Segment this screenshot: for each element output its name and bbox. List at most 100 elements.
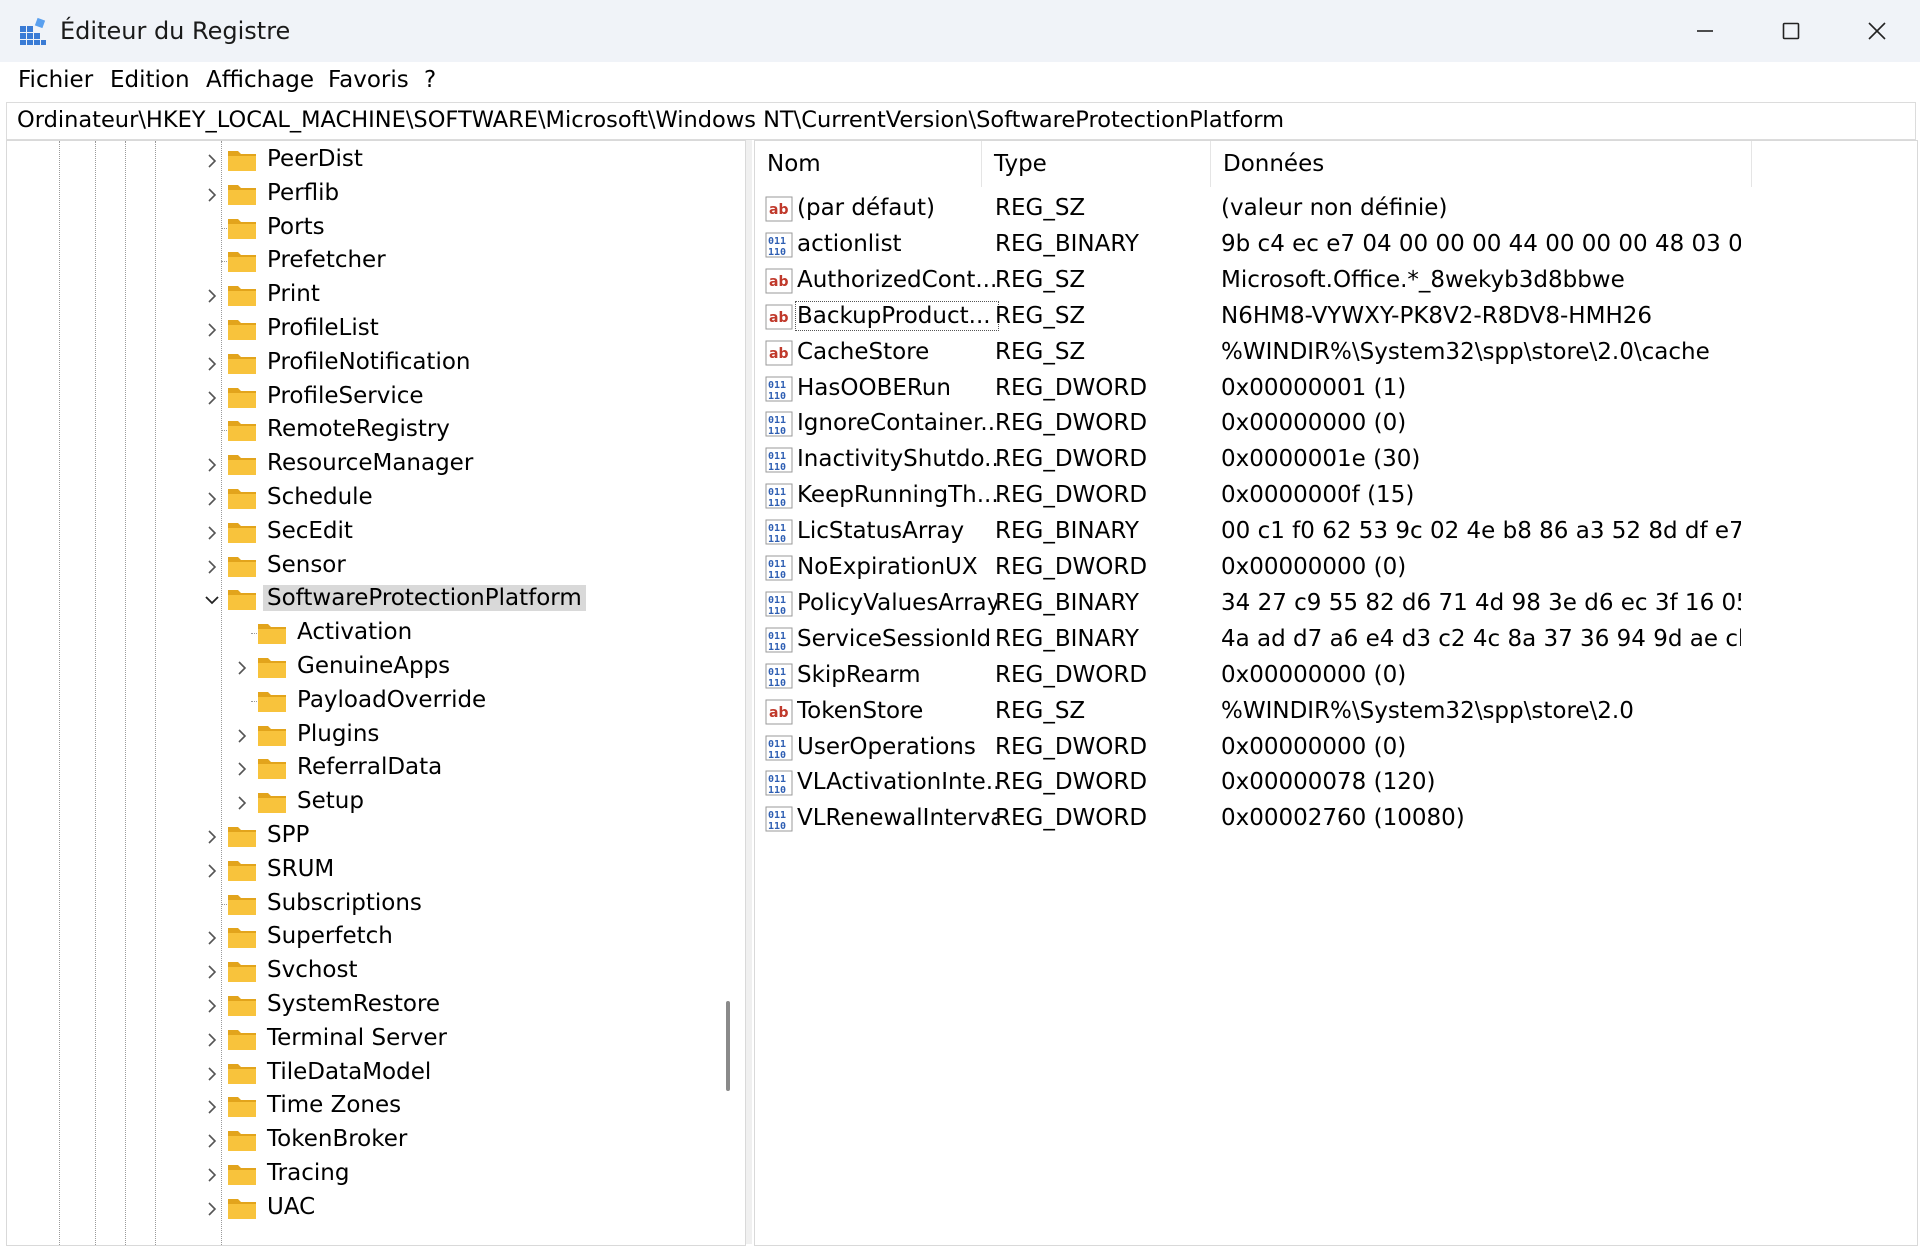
menu-fichier[interactable]: Fichier [18,67,93,93]
tree-item-label[interactable]: Superfetch [263,923,397,949]
tree-item[interactable]: ReferralData [7,751,707,785]
tree-item-label[interactable]: Plugins [293,721,383,747]
value-row[interactable]: 011 110 VLRenewalInterval REG_DWORD 0x000027… [755,802,1915,836]
tree-item-label[interactable]: Schedule [263,484,377,510]
tree-item[interactable]: Ports [7,211,707,245]
chevron-right-icon[interactable] [203,387,221,405]
tree-item-label[interactable]: PayloadOverride [293,687,490,713]
tree-item-label[interactable]: Activation [293,619,416,645]
tree-scrollbar-thumb[interactable] [726,1001,730,1091]
tree-item[interactable]: ProfileNotification [7,346,707,380]
tree-item-label[interactable]: SPP [263,822,313,848]
value-row[interactable]: 011 110 HasOOBERun REG_DWORD 0x00000001 (1) [755,372,1915,406]
menu-affichage[interactable]: Affichage [206,67,314,93]
tree-item[interactable]: Activation [7,616,707,650]
tree-item-label[interactable]: Perflib [263,180,343,206]
value-row[interactable]: 011 110 NoExpirationUX REG_DWORD 0x00000000 … [755,551,1915,585]
chevron-right-icon[interactable] [203,995,221,1013]
chevron-right-icon[interactable] [203,353,221,371]
chevron-right-icon[interactable] [233,725,251,743]
value-row[interactable]: 011 110 UserOperations REG_DWORD 0x00000000 … [755,731,1915,765]
tree-item[interactable]: SRUM [7,853,707,887]
column-header-name[interactable]: Nom [755,141,981,187]
value-row[interactable]: 011 110 ServiceSessionId REG_BINARY 4a ad d7… [755,623,1915,657]
tree-item[interactable]: Svchost [7,954,707,988]
tree-item-label[interactable]: Print [263,281,324,307]
key-tree-pane[interactable]: PeerDist Perflib Ports Prefetcher Print Profi… [6,140,746,1246]
chevron-right-icon[interactable] [203,1063,221,1081]
chevron-right-icon[interactable] [203,556,221,574]
tree-item[interactable]: Tracing [7,1157,707,1191]
value-row[interactable]: ab CacheStore REG_SZ %WINDIR%\System32\spp\… [755,336,1915,370]
value-row[interactable]: ab AuthorizedCont... REG_SZ Microsoft.Offic… [755,264,1915,298]
menu-favoris[interactable]: Favoris [328,67,409,93]
tree-item[interactable]: ProfileService [7,380,707,414]
tree-item[interactable]: TileDataModel [7,1056,707,1090]
chevron-right-icon[interactable] [203,927,221,945]
tree-item-label[interactable]: GenuineApps [293,653,454,679]
close-button[interactable] [1834,0,1920,62]
chevron-right-icon[interactable] [203,285,221,303]
chevron-right-icon[interactable] [203,454,221,472]
tree-item[interactable]: ResourceManager [7,447,707,481]
chevron-right-icon[interactable] [203,860,221,878]
tree-item[interactable]: Print [7,278,707,312]
chevron-down-icon[interactable] [203,589,221,607]
tree-item-label[interactable]: Time Zones [263,1092,405,1118]
value-row[interactable]: 011 110 LicStatusArray REG_BINARY 00 c1 f0 6… [755,515,1915,549]
tree-item-label[interactable]: Setup [293,788,368,814]
tree-item-label[interactable]: ProfileService [263,383,428,409]
tree-item-label[interactable]: Prefetcher [263,247,390,273]
tree-item[interactable]: Terminal Server [7,1022,707,1056]
tree-item[interactable]: Prefetcher [7,244,707,278]
tree-item[interactable]: Plugins [7,718,707,752]
chevron-right-icon[interactable] [203,488,221,506]
tree-item[interactable]: UAC [7,1191,707,1225]
tree-item-label[interactable]: PeerDist [263,146,367,172]
tree-item[interactable]: ProfileList [7,312,707,346]
chevron-right-icon[interactable] [233,758,251,776]
value-row[interactable]: ab BackupProduct... REG_SZ N6HM8-VYWXY-PK8V… [755,300,1915,334]
maximize-button[interactable] [1748,0,1834,62]
tree-item[interactable]: Setup [7,785,707,819]
value-row[interactable]: 011 110 InactivityShutdo... REG_DWORD 0x0000… [755,443,1915,477]
tree-item-label[interactable]: Ports [263,214,329,240]
chevron-right-icon[interactable] [233,792,251,810]
value-row[interactable]: 011 110 PolicyValuesArray REG_BINARY 34 27 c… [755,587,1915,621]
tree-item-label[interactable]: SystemRestore [263,991,444,1017]
chevron-right-icon[interactable] [203,184,221,202]
address-bar[interactable]: Ordinateur\HKEY_LOCAL_MACHINE\SOFTWARE\M… [6,102,1916,140]
tree-item-label[interactable]: ReferralData [293,754,446,780]
tree-item[interactable]: PayloadOverride [7,684,707,718]
column-divider[interactable] [1751,141,1752,187]
tree-item[interactable]: Subscriptions [7,887,707,921]
value-row[interactable]: 011 110 VLActivationInte... REG_DWORD 0x0000… [755,766,1915,800]
column-header-type[interactable]: Type [982,141,1210,187]
tree-item[interactable]: GenuineApps [7,650,707,684]
tree-item[interactable]: SPP [7,819,707,853]
tree-item-label[interactable]: RemoteRegistry [263,416,454,442]
column-header-data[interactable]: Données [1211,141,1751,187]
menu-edition[interactable]: Edition [110,67,190,93]
tree-item-label[interactable]: ResourceManager [263,450,477,476]
tree-item-label[interactable]: TokenBroker [263,1126,411,1152]
value-row[interactable]: 011 110 KeepRunningTh... REG_DWORD 0x0000000… [755,479,1915,513]
chevron-right-icon[interactable] [203,1096,221,1114]
tree-item-label[interactable]: ProfileList [263,315,383,341]
chevron-right-icon[interactable] [203,1130,221,1148]
tree-item-label[interactable]: TileDataModel [263,1059,435,1085]
chevron-right-icon[interactable] [203,1198,221,1216]
chevron-right-icon[interactable] [203,522,221,540]
tree-item[interactable]: SecEdit [7,515,707,549]
tree-item-label[interactable]: SRUM [263,856,338,882]
tree-item[interactable]: RemoteRegistry [7,413,707,447]
tree-item[interactable]: Superfetch [7,920,707,954]
value-row[interactable]: 011 110 actionlist REG_BINARY 9b c4 ec e7 04… [755,228,1915,262]
chevron-right-icon[interactable] [203,1029,221,1047]
tree-item-label[interactable]: Terminal Server [263,1025,451,1051]
value-row[interactable]: 011 110 SkipRearm REG_DWORD 0x00000000 (0) [755,659,1915,693]
chevron-right-icon[interactable] [233,657,251,675]
tree-item[interactable]: Time Zones [7,1089,707,1123]
chevron-right-icon[interactable] [203,1164,221,1182]
tree-item-label[interactable]: SecEdit [263,518,357,544]
